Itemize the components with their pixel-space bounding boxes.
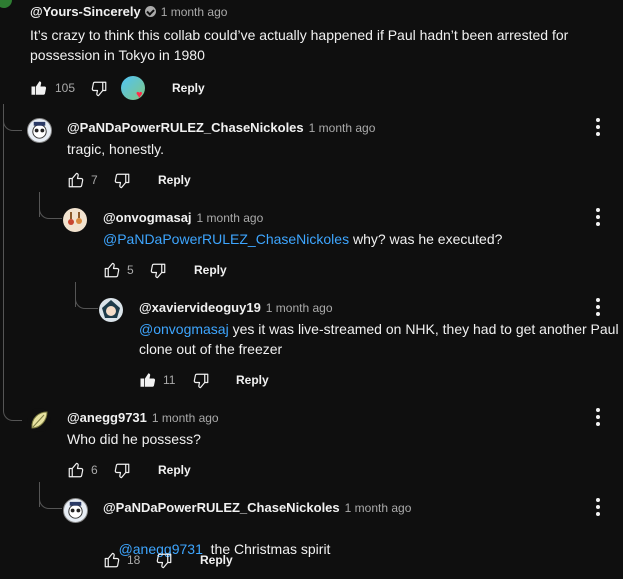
thumbs-down-icon[interactable]: [192, 372, 210, 390]
thread-connector: [39, 482, 62, 509]
comment-author[interactable]: @PaNDaPowerRULEZ_ChaseNickoles 1 month ag…: [103, 500, 411, 515]
more-vert-icon[interactable]: [596, 118, 600, 136]
avatar[interactable]: [0, 0, 12, 8]
comment-text: @onvogmasaj yes it was live-streamed on …: [139, 319, 619, 359]
more-vert-icon[interactable]: [596, 498, 600, 516]
more-vert-icon[interactable]: [596, 298, 600, 316]
comment-timestamp[interactable]: 1 month ago: [345, 501, 412, 515]
like-count: 5: [127, 263, 134, 277]
thumbs-up-icon[interactable]: [103, 261, 121, 279]
like-count: 6: [91, 463, 98, 477]
thread-connector: [3, 104, 22, 131]
thumbs-up-icon[interactable]: [67, 171, 85, 189]
reply-button[interactable]: Reply: [158, 463, 191, 477]
verified-icon: [144, 6, 156, 17]
thumbs-down-icon[interactable]: [113, 172, 131, 190]
comment-author[interactable]: @PaNDaPowerRULEZ_ChaseNickoles 1 month ag…: [67, 120, 375, 135]
like-count: 7: [91, 173, 98, 187]
avatar[interactable]: [63, 498, 88, 523]
author-handle[interactable]: @anegg9731: [67, 410, 147, 425]
more-vert-icon[interactable]: [596, 208, 600, 226]
comment-author[interactable]: @onvogmasaj 1 month ago: [103, 210, 263, 225]
author-handle[interactable]: @PaNDaPowerRULEZ_ChaseNickoles: [67, 120, 304, 135]
comment-text: @PaNDaPowerRULEZ_ChaseNickoles why? was …: [103, 229, 502, 249]
avatar[interactable]: [63, 208, 87, 232]
more-vert-icon[interactable]: [596, 408, 600, 426]
thumbs-up-icon[interactable]: [67, 461, 85, 479]
author-handle[interactable]: @onvogmasaj: [103, 210, 192, 225]
comment-text: It’s crazy to think this collab could’ve…: [30, 27, 569, 63]
comment-timestamp[interactable]: 1 month ago: [152, 411, 219, 425]
avatar[interactable]: [27, 408, 51, 432]
thumbs-up-icon[interactable]: [139, 371, 157, 389]
thread-connector: [39, 192, 62, 219]
comment-text: tragic, honestly.: [67, 141, 165, 157]
comment-text: Who did he possess?: [67, 431, 201, 447]
comment-author[interactable]: @Yours-Sincerely 1 month ago: [30, 4, 227, 19]
mention-link[interactable]: @onvogmasaj: [139, 321, 229, 337]
comment-timestamp[interactable]: 1 month ago: [197, 211, 264, 225]
avatar[interactable]: [99, 298, 123, 322]
comment-author[interactable]: @anegg9731 1 month ago: [67, 410, 219, 425]
avatar[interactable]: [27, 118, 52, 143]
comment-timestamp[interactable]: 1 month ago: [266, 301, 333, 315]
reply-button[interactable]: Reply: [158, 173, 191, 187]
creator-heart-icon: ♥: [136, 89, 143, 101]
thumbs-up-icon[interactable]: [103, 551, 121, 569]
reply-button[interactable]: Reply: [236, 373, 269, 387]
like-count: 105: [55, 81, 76, 95]
reply-button[interactable]: Reply: [172, 81, 205, 95]
thumbs-down-icon[interactable]: [90, 80, 108, 98]
thumbs-down-icon[interactable]: [149, 262, 167, 280]
comment-timestamp[interactable]: 1 month ago: [309, 121, 376, 135]
like-count: 18: [127, 553, 141, 567]
thumbs-up-icon[interactable]: [30, 79, 48, 97]
mention-link[interactable]: @PaNDaPowerRULEZ_ChaseNickoles: [103, 231, 349, 247]
reply-button[interactable]: Reply: [194, 263, 227, 277]
reply-button[interactable]: Reply: [200, 553, 233, 567]
thumbs-down-icon[interactable]: [113, 462, 131, 480]
like-count: 11: [163, 373, 176, 387]
author-handle[interactable]: @xaviervideoguy19: [139, 300, 261, 315]
comment-body: why? was he executed?: [349, 231, 503, 247]
comment-timestamp[interactable]: 1 month ago: [161, 5, 228, 19]
author-handle[interactable]: @Yours-Sincerely: [30, 4, 141, 19]
comment-author[interactable]: @xaviervideoguy19 1 month ago: [139, 300, 333, 315]
author-handle[interactable]: @PaNDaPowerRULEZ_ChaseNickoles: [103, 500, 340, 515]
comment-text: @anegg9731 the Christmas spirit: [103, 519, 331, 579]
thread-line: [3, 104, 4, 404]
thread-connector: [75, 282, 98, 309]
thumbs-down-icon[interactable]: [155, 552, 173, 570]
thread-connector: [3, 400, 22, 421]
